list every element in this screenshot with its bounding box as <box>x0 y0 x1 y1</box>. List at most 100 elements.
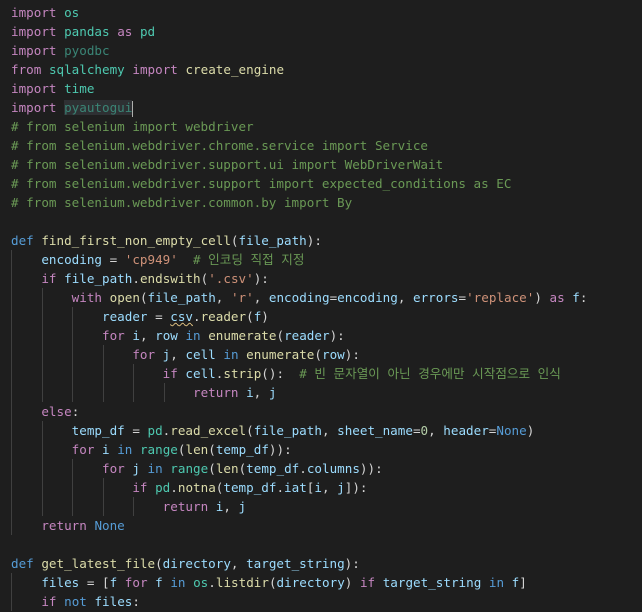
code-token: pd <box>147 423 163 438</box>
code-token: temp_df <box>223 480 277 495</box>
code-line[interactable]: return None <box>0 516 642 535</box>
code-line[interactable]: def find_first_non_empty_cell(file_path)… <box>0 231 642 250</box>
indent-guide <box>41 497 43 516</box>
code-line[interactable]: for i in range(len(temp_df)): <box>0 440 642 459</box>
code-line[interactable]: for j, cell in enumerate(row): <box>0 345 642 364</box>
code-line[interactable]: # from selenium.webdriver.support.ui imp… <box>0 155 642 174</box>
code-token: if <box>41 271 57 286</box>
code-token: import <box>11 100 57 115</box>
code-line[interactable]: if not files: <box>0 592 642 611</box>
indent-guide <box>11 440 12 459</box>
code-token: create_engine <box>185 62 285 77</box>
code-line[interactable]: import os <box>0 3 642 22</box>
code-token: ( <box>208 461 216 476</box>
code-token: ): <box>344 347 360 362</box>
indent-guide <box>133 364 135 383</box>
code-line[interactable]: for i, row in enumerate(reader): <box>0 326 642 345</box>
indent-guide <box>11 402 12 421</box>
code-token: j <box>238 499 247 514</box>
code-line[interactable]: # from selenium.webdriver.support import… <box>0 174 642 193</box>
code-line[interactable]: from sqlalchemy import create_engine <box>0 60 642 79</box>
code-editor[interactable]: import os import pandas as pd import pyodb… <box>0 0 642 612</box>
code-line[interactable]: return i, j <box>0 497 642 516</box>
code-line[interactable]: import pyautogui <box>0 98 642 117</box>
code-token: import <box>11 24 57 39</box>
code-line[interactable]: temp_df = pd.read_excel(file_path, sheet… <box>0 421 642 440</box>
code-token: pd <box>139 24 156 39</box>
code-token: ] <box>519 575 527 590</box>
indent-guide <box>72 383 74 402</box>
indent-guide <box>72 459 74 478</box>
indent-guide <box>102 383 104 402</box>
code-line[interactable]: if file_path.endswith('.csv'): <box>0 269 642 288</box>
code-line[interactable]: for j in range(len(temp_df.columns)): <box>0 459 642 478</box>
code-token: with <box>71 290 103 305</box>
indent-guide <box>72 497 74 516</box>
code-line[interactable]: import time <box>0 79 642 98</box>
code-token: None <box>94 518 125 533</box>
code-token: enumerate <box>246 347 315 362</box>
code-line[interactable] <box>0 212 642 231</box>
indent-guide <box>41 440 43 459</box>
code-token: for <box>132 347 156 362</box>
indent-guide <box>41 288 43 307</box>
code-token: for <box>124 575 148 590</box>
code-token: : <box>579 290 588 305</box>
code-token: ]): <box>344 480 368 495</box>
code-line[interactable]: def get_latest_file(directory, target_st… <box>0 554 642 573</box>
code-token: : <box>375 461 383 476</box>
code-token: ): <box>306 233 322 248</box>
code-line[interactable]: reader = csv.reader(f) <box>0 307 642 326</box>
indent-guide <box>11 459 12 478</box>
code-line[interactable]: import pandas as pd <box>0 22 642 41</box>
code-token: ): <box>329 328 345 343</box>
code-line[interactable]: import pyodbc <box>0 41 642 60</box>
code-line[interactable]: encoding = 'cp949' # 인코딩 직접 지정 <box>0 250 642 269</box>
code-token: temp_df <box>71 423 125 438</box>
code-token: ( <box>314 347 322 362</box>
code-line[interactable]: files = [f for f in os.listdir(directory… <box>0 573 642 592</box>
code-token: = <box>458 290 467 305</box>
code-token: , <box>230 556 247 571</box>
code-line[interactable]: with open(file_path, 'r', encoding = encod… <box>0 288 642 307</box>
indent-guide <box>164 383 165 402</box>
code-line[interactable]: if pd.notna(temp_df.iat[i, j]): <box>0 478 642 497</box>
code-line[interactable]: if cell.strip(): # 빈 문자열이 아닌 경우에만 시작점으로 … <box>0 364 642 383</box>
code-token: ( <box>276 328 285 343</box>
code-lines[interactable]: import os import pandas as pd import pyodb… <box>0 3 642 611</box>
indent-guide <box>11 478 12 497</box>
code-token: : <box>284 442 292 457</box>
code-token: errors <box>413 290 459 305</box>
code-line[interactable]: return i, j <box>0 383 642 402</box>
code-token: return <box>192 385 239 400</box>
code-token: ( <box>246 423 254 438</box>
code-line[interactable]: # from selenium.webdriver.chrome.service… <box>0 136 642 155</box>
code-token: ( <box>139 290 148 305</box>
indent-guide <box>102 345 104 364</box>
code-line[interactable]: # from selenium import webdriver <box>0 117 642 136</box>
code-token: . <box>132 271 140 286</box>
code-token: = <box>102 252 125 267</box>
code-token: in <box>117 442 133 457</box>
code-token: iat <box>284 480 307 495</box>
code-line[interactable]: # from selenium.webdriver.common.by impo… <box>0 193 642 212</box>
code-line[interactable] <box>0 535 642 554</box>
code-token: for <box>102 461 125 476</box>
code-line[interactable]: else: <box>0 402 642 421</box>
code-token: temp_df <box>246 461 300 476</box>
code-token: ) <box>534 290 550 305</box>
code-token: import <box>132 62 178 77</box>
